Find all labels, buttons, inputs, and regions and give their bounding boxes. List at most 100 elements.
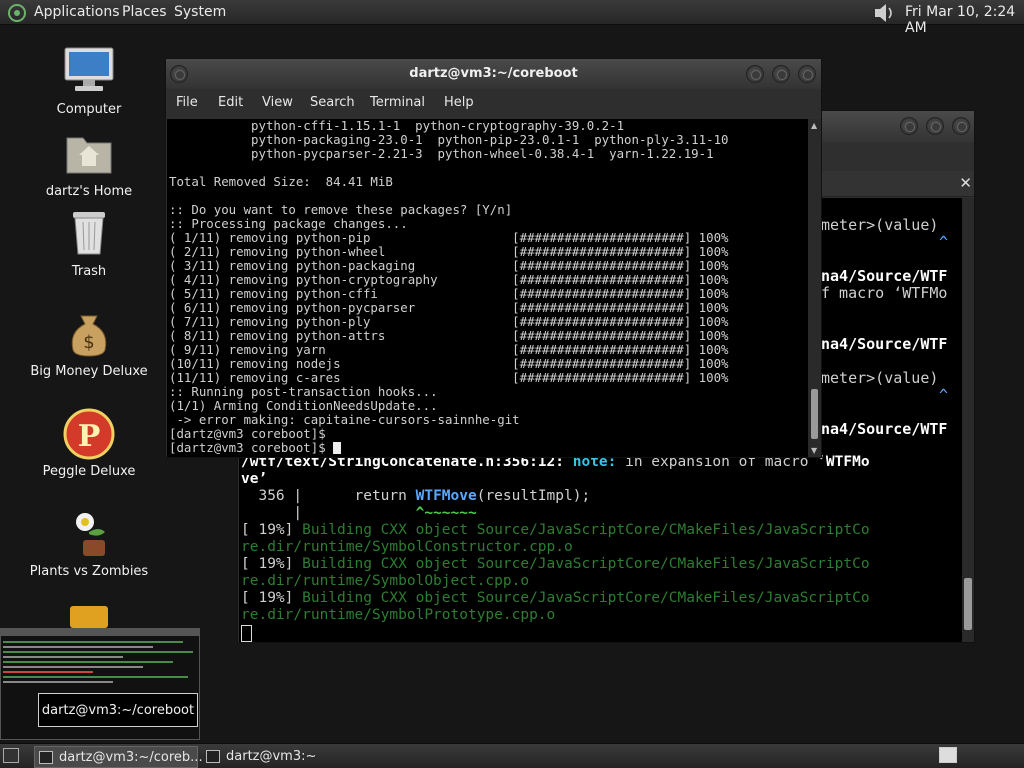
menu-system[interactable]: System: [174, 4, 226, 20]
menu-places[interactable]: Places: [122, 4, 167, 20]
build-text: Building CXX object Source/JavaScriptCor…: [302, 590, 870, 606]
window-tooltip: dartz@vm3:~/coreboot: [38, 693, 198, 727]
build-percent: [ 19%]: [241, 522, 303, 538]
build-line: [ 19%] Building CXX object Source/JavaSc…: [241, 590, 962, 607]
terminal-line: :: Running post-transaction hooks...: [169, 384, 438, 399]
fragment-line: f macro ‘WTFMo: [821, 284, 948, 302]
fragment-line: ^: [938, 233, 948, 251]
terminal-line: (10/11) removing nodejs [###############…: [169, 356, 729, 371]
menu-help[interactable]: Help: [444, 95, 474, 110]
build-line: [ 19%] Building CXX object Source/JavaSc…: [241, 556, 962, 573]
taskbar-label: dartz@vm3:~/coreb...: [59, 750, 203, 765]
build-percent: [ 19%]: [241, 590, 303, 606]
taskbar-item-coreboot[interactable]: dartz@vm3:~/coreb...: [34, 746, 203, 768]
build-lines: [ 19%] Building CXX object Source/JavaSc…: [241, 522, 962, 624]
svg-text:P: P: [78, 419, 101, 454]
build-text: Building CXX object Source/JavaScriptCor…: [302, 522, 870, 538]
note-line-cont: ve’: [241, 471, 268, 487]
home-folder-icon: [61, 126, 117, 182]
trash-icon: [61, 206, 117, 262]
terminal-line: [dartz@vm3 coreboot]$: [169, 441, 808, 455]
menu-view[interactable]: View: [262, 95, 293, 110]
fragment-line: na4/Source/WTF: [821, 420, 948, 438]
terminal-cursor: [241, 625, 252, 642]
menu-applications[interactable]: Applications: [34, 4, 120, 20]
terminal-line: (1/1) Arming ConditionNeedsUpdate...: [169, 398, 438, 413]
window-title: dartz@vm3:~/coreboot: [409, 66, 578, 81]
front-scroll-thumb[interactable]: [811, 389, 818, 439]
taskbar-item-home[interactable]: dartz@vm3:~: [202, 746, 366, 768]
workspace-switcher-icon[interactable]: [939, 747, 957, 763]
back-scrollbar[interactable]: [962, 198, 974, 642]
desktop-icon-label: Big Money Deluxe: [30, 364, 148, 379]
terminal-line: ( 8/11) removing python-attrs [#########…: [169, 328, 729, 343]
caret-line: | ^~~~~~~: [241, 505, 962, 522]
front-scrollbar[interactable]: ▲ ▼: [808, 119, 821, 457]
thumbnail-content: [1, 636, 199, 688]
terminal-icon: [206, 750, 220, 763]
fragment-line: ^: [938, 386, 948, 404]
terminal-line: python-packaging-23.0-1 python-pip-23.0.…: [169, 132, 729, 147]
close-tab-icon[interactable]: ✕: [959, 174, 972, 192]
back-scroll-thumb[interactable]: [964, 578, 972, 630]
menu-search[interactable]: Search: [310, 95, 355, 110]
caret-bar: |: [241, 505, 303, 521]
desktop-icon-peggle-deluxe[interactable]: P Peggle Deluxe: [29, 406, 149, 479]
build-text: re.dir/runtime/SymbolPrototype.cpp.o: [241, 607, 556, 623]
desktop-icon-computer[interactable]: Computer: [29, 44, 149, 117]
minimize-button[interactable]: [746, 65, 764, 83]
fragment-line: na4/Source/WTF: [821, 267, 948, 285]
terminal-line: ( 3/11) removing python-packaging [#####…: [169, 258, 729, 273]
terminal-line: ( 7/11) removing python-ply [###########…: [169, 314, 729, 329]
desktop-icon-trash[interactable]: Trash: [29, 206, 149, 279]
menu-file[interactable]: File: [176, 95, 198, 110]
desktop-icon-big-money-deluxe[interactable]: $ Big Money Deluxe: [29, 306, 149, 379]
terminal-line: :: Do you want to remove these packages?…: [169, 202, 513, 217]
menu-terminal[interactable]: Terminal: [370, 95, 425, 110]
build-text: Building CXX object Source/JavaScriptCor…: [302, 556, 870, 572]
line-number: 356 |: [241, 488, 303, 504]
menu-edit[interactable]: Edit: [218, 95, 243, 110]
terminal-line: ( 2/11) removing python-wheel [#########…: [169, 244, 729, 259]
minimize-button[interactable]: [900, 117, 918, 135]
scroll-down-icon[interactable]: ▼: [811, 446, 817, 455]
desktop-icon-plants-vs-zombies[interactable]: Plants vs Zombies: [29, 506, 149, 579]
terminal-line: (11/11) removing c-ares [###############…: [169, 370, 729, 385]
desktop-icon-label: Peggle Deluxe: [42, 464, 136, 479]
terminal-line: ( 1/11) removing python-pip [###########…: [169, 230, 729, 245]
terminal-line: python-pycparser-2.21-3 python-wheel-0.3…: [169, 146, 714, 161]
terminal-line: ( 5/11) removing python-cffi [##########…: [169, 286, 729, 301]
terminal-line: :: Processing package changes...: [169, 216, 408, 231]
svg-text:$: $: [83, 332, 94, 353]
code-post: (resultImpl);: [476, 488, 591, 504]
build-line: re.dir/runtime/SymbolObject.cpp.o: [241, 573, 962, 590]
maximize-button[interactable]: [772, 65, 790, 83]
note-macro: WTFMo: [825, 454, 870, 470]
thumbnail-menubar: [1, 629, 199, 636]
show-desktop-icon[interactable]: [3, 748, 19, 763]
close-button[interactable]: [952, 117, 970, 135]
back-terminal-lower: /wtf/text/StringConcatenate.h:356:12: no…: [241, 454, 962, 642]
fragment-line: meter>(value): [821, 369, 939, 387]
maximize-button[interactable]: [926, 117, 944, 135]
terminal-line: ( 4/11) removing python-cryptography [##…: [169, 272, 729, 287]
front-window-titlebar[interactable]: dartz@vm3:~/coreboot: [166, 59, 821, 89]
terminal-line: Total Removed Size: 84.41 MiB: [169, 174, 393, 189]
volume-icon[interactable]: [872, 2, 896, 24]
plant-icon: [61, 506, 117, 562]
clock[interactable]: Fri Mar 10, 2:24 AM: [905, 4, 1024, 36]
front-terminal-window[interactable]: dartz@vm3:~/coreboot File Edit View Sear…: [165, 58, 822, 458]
terminal-line: [dartz@vm3 coreboot]$: [169, 426, 326, 441]
desktop-icon-label: Computer: [56, 102, 122, 117]
caret-marker: ^~~~~~~: [302, 505, 477, 521]
desktop-icon-home[interactable]: dartz's Home: [29, 126, 149, 199]
distro-logo-icon[interactable]: [7, 3, 27, 23]
front-terminal-output[interactable]: python-cffi-1.15.1-1 python-cryptography…: [167, 119, 808, 457]
build-text: re.dir/runtime/SymbolObject.cpp.o: [241, 573, 530, 589]
scroll-up-icon[interactable]: ▲: [811, 121, 817, 130]
code-line: 356 | return WTFMove(resultImpl);: [241, 488, 962, 505]
close-button[interactable]: [798, 65, 816, 83]
game-icon-partial[interactable]: [70, 606, 108, 628]
build-percent: [ 19%]: [241, 556, 303, 572]
